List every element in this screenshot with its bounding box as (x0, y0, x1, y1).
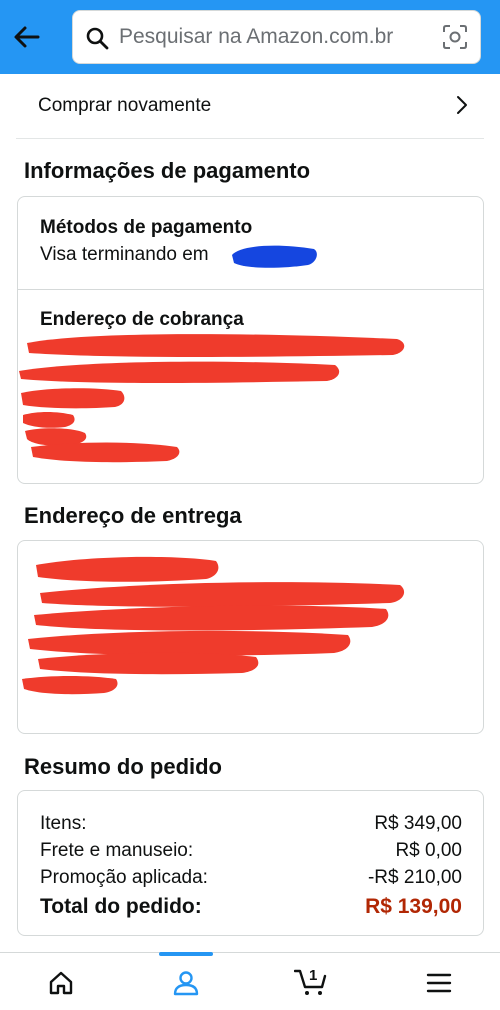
summary-row-value: R$ 0,00 (395, 840, 462, 861)
shipping-address-redaction (22, 556, 405, 695)
cart-count-badge: 1 (309, 967, 318, 984)
nav-home[interactable] (31, 953, 91, 1010)
top-header (0, 0, 500, 74)
order-total-label: Total do pedido: (40, 895, 202, 918)
home-icon (49, 971, 73, 995)
back-arrow-icon[interactable] (10, 20, 44, 54)
card-number-redaction (232, 245, 317, 268)
payment-method-value: Visa terminando em (40, 244, 209, 265)
summary-row-label: Frete e manuseio: (40, 840, 194, 861)
chevron-right-icon (457, 96, 467, 114)
summary-row-label: Promoção aplicada: (40, 867, 208, 888)
search-bar[interactable] (72, 10, 481, 64)
buy-again-label: Comprar novamente (38, 95, 212, 116)
camera-search-icon[interactable] (442, 24, 468, 50)
nav-account[interactable] (156, 953, 216, 1010)
nav-menu[interactable] (409, 953, 469, 1010)
buy-again-row[interactable]: Comprar novamente (16, 75, 484, 139)
billing-address-redaction (19, 334, 405, 463)
menu-icon (426, 973, 452, 993)
nav-cart[interactable]: 1 (282, 953, 342, 1010)
account-icon (173, 971, 199, 996)
payment-divider (18, 289, 483, 290)
order-total-value: R$ 139,00 (365, 895, 462, 918)
search-icon (86, 27, 109, 50)
payment-section-title: Informações de pagamento (24, 158, 311, 183)
summary-row-label: Itens: (40, 813, 87, 834)
summary-section-title: Resumo do pedido (24, 754, 222, 779)
order-summary-card: Itens: R$ 349,00 Frete e manuseio: R$ 0,… (17, 790, 484, 936)
shipping-section-title: Endereço de entrega (24, 503, 242, 528)
search-input[interactable] (119, 11, 429, 63)
billing-address-title: Endereço de cobrança (40, 309, 244, 330)
summary-row-value: R$ 349,00 (374, 813, 462, 834)
bottom-nav: 1 (0, 952, 500, 1010)
summary-row-value: -R$ 210,00 (367, 867, 462, 888)
shipping-card (17, 540, 484, 734)
payment-card: Métodos de pagamento Visa terminando em … (17, 196, 484, 484)
payment-methods-title: Métodos de pagamento (40, 217, 253, 238)
